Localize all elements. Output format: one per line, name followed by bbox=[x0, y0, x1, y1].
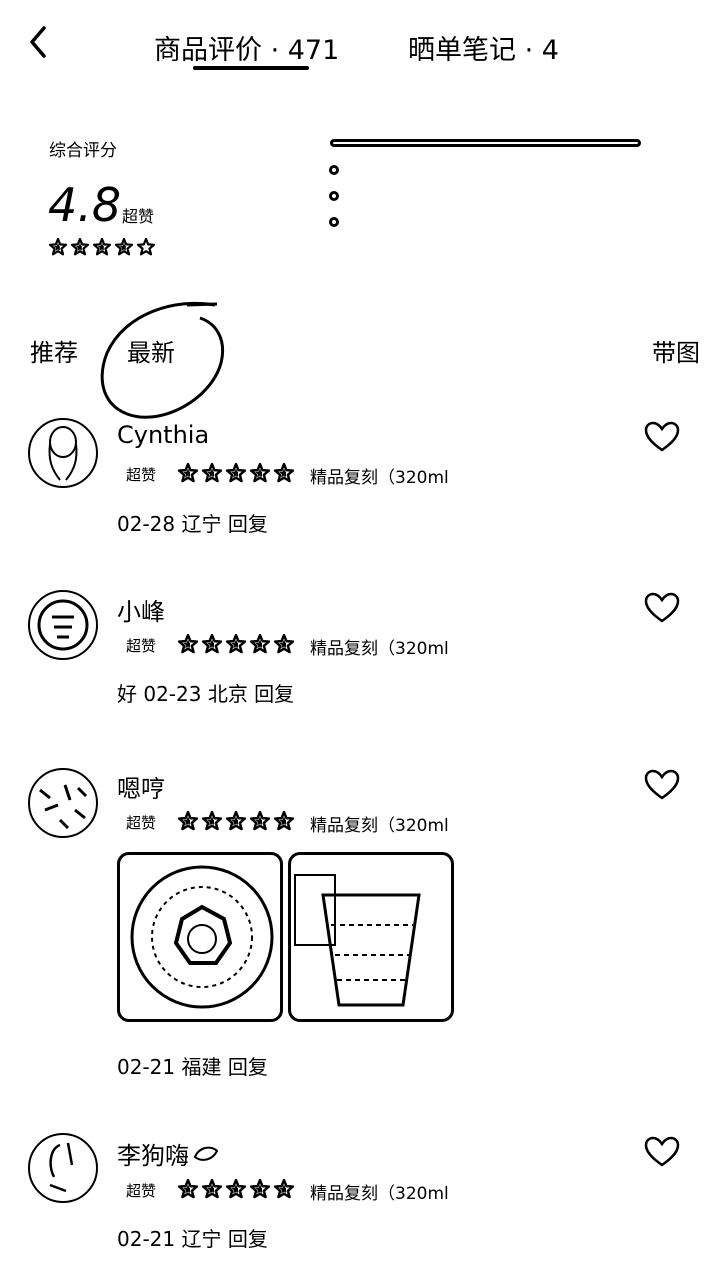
rating-bar-3 bbox=[329, 191, 339, 201]
star-icon bbox=[202, 1179, 222, 1199]
avatar[interactable] bbox=[28, 1133, 98, 1203]
heart-icon[interactable] bbox=[644, 592, 680, 624]
rating-score: 4.8 bbox=[48, 178, 122, 232]
star-icon bbox=[226, 463, 246, 483]
star-icon bbox=[274, 463, 294, 483]
rating-label: 综合评分 bbox=[49, 141, 117, 161]
review-stars bbox=[178, 463, 294, 483]
product-spec: 精品复刻（320ml bbox=[310, 816, 449, 836]
rating-tag: 超赞 bbox=[126, 466, 157, 484]
reviewer-name: 嗯哼 bbox=[117, 775, 165, 803]
chevron-left-icon bbox=[30, 26, 46, 58]
review-stars bbox=[178, 634, 294, 654]
heart-icon[interactable] bbox=[644, 769, 680, 801]
star-icon bbox=[274, 634, 294, 654]
star-icon bbox=[226, 634, 246, 654]
star-icon bbox=[93, 238, 111, 256]
rating-bar-2 bbox=[329, 217, 339, 227]
review-stars bbox=[178, 1179, 294, 1199]
photo-content bbox=[130, 865, 274, 1009]
reviewer-name: 小峰 bbox=[117, 598, 165, 626]
star-icon bbox=[178, 1179, 198, 1199]
star-icon bbox=[202, 634, 222, 654]
avatar[interactable] bbox=[28, 590, 98, 660]
star-icon bbox=[226, 811, 246, 831]
review-meta: 02-28 辽宁 回复 bbox=[117, 512, 268, 536]
review-stars bbox=[178, 811, 294, 831]
star-icon bbox=[274, 1179, 294, 1199]
filter-recommend[interactable]: 推荐 bbox=[30, 333, 78, 368]
rating-tag: 超赞 bbox=[126, 1182, 157, 1200]
photo-content bbox=[294, 874, 421, 1007]
product-spec: 精品复刻（320ml bbox=[310, 1184, 449, 1204]
decorative-emoji-icon bbox=[193, 1146, 219, 1161]
star-icon bbox=[202, 811, 222, 831]
star-icon bbox=[49, 238, 67, 256]
reviewer-name: 李狗嗨 bbox=[117, 1136, 219, 1171]
review-photo[interactable] bbox=[288, 852, 454, 1022]
rating-score-tag: 超赞 bbox=[122, 207, 155, 226]
star-icon bbox=[250, 463, 270, 483]
avatar[interactable] bbox=[28, 418, 98, 488]
product-spec: 精品复刻（320ml bbox=[310, 468, 449, 488]
heart-icon[interactable] bbox=[644, 1136, 680, 1168]
review-meta: 02-21 辽宁 回复 bbox=[117, 1227, 268, 1251]
reviewer-name-text: 李狗嗨 bbox=[117, 1142, 189, 1170]
review-meta: 02-21 福建 回复 bbox=[117, 1055, 268, 1079]
hand-drawn-circle bbox=[100, 301, 224, 419]
star-icon bbox=[250, 811, 270, 831]
star-icon bbox=[250, 1179, 270, 1199]
star-icon bbox=[226, 1179, 246, 1199]
star-icon bbox=[71, 238, 89, 256]
star-icon bbox=[178, 811, 198, 831]
product-spec: 精品复刻（320ml bbox=[310, 639, 449, 659]
avatar-illustration bbox=[49, 1142, 74, 1193]
rating-bar-4 bbox=[329, 165, 339, 175]
rating-bar-5 bbox=[330, 139, 641, 147]
heart-icon[interactable] bbox=[644, 421, 680, 453]
reviewer-name: Cynthia bbox=[117, 421, 210, 449]
star-icon bbox=[137, 238, 155, 256]
star-icon bbox=[202, 463, 222, 483]
star-icon bbox=[250, 634, 270, 654]
filter-with-image[interactable]: 带图 bbox=[652, 333, 700, 368]
review-meta: 好 02-23 北京 回复 bbox=[117, 682, 295, 706]
star-icon bbox=[115, 238, 133, 256]
rating-tag: 超赞 bbox=[126, 814, 157, 832]
tab-reviews[interactable]: 商品评价 · 471 bbox=[154, 28, 339, 67]
avatar-illustration bbox=[33, 773, 93, 833]
review-photo[interactable] bbox=[117, 852, 283, 1022]
tab-active-indicator bbox=[193, 66, 309, 70]
star-icon bbox=[178, 463, 198, 483]
summary-stars bbox=[49, 238, 155, 256]
star-icon bbox=[178, 634, 198, 654]
avatar[interactable] bbox=[28, 768, 98, 838]
tab-notes[interactable]: 晒单笔记 · 4 bbox=[408, 28, 559, 67]
star-icon bbox=[274, 811, 294, 831]
rating-tag: 超赞 bbox=[126, 637, 157, 655]
avatar-illustration bbox=[37, 599, 89, 651]
back-button[interactable] bbox=[24, 24, 54, 60]
avatar-illustration bbox=[48, 426, 78, 481]
